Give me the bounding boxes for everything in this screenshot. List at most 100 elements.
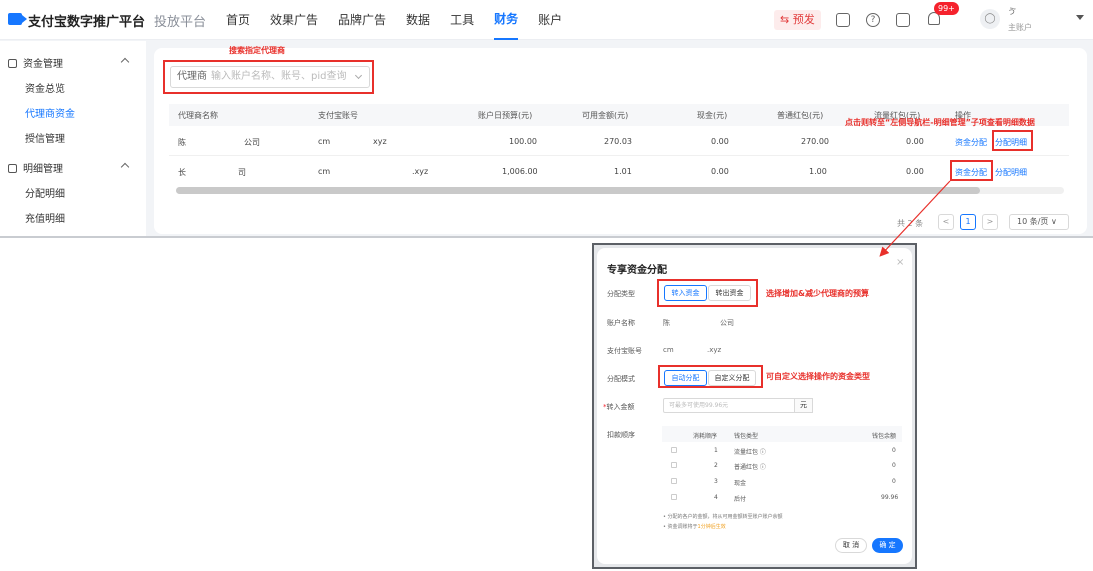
pager-prev-button[interactable]: < (938, 214, 954, 230)
confirm-button[interactable]: 确 定 (872, 538, 903, 553)
row2-flow: 0.00 (906, 167, 924, 176)
scroll-thumb[interactable] (176, 187, 980, 194)
search-highlight-box (163, 60, 374, 94)
order-type-3: 现金 (734, 480, 747, 487)
sidebar-item-fund-overview[interactable]: 资金总览 (25, 80, 65, 95)
account-name-b: 公司 (720, 319, 734, 327)
mobile-icon[interactable] (836, 13, 850, 27)
brand-logo-icon (8, 13, 27, 25)
row1-red: 270.00 (801, 137, 829, 146)
nav-data[interactable]: 数据 (406, 0, 430, 40)
pager-page-1[interactable]: 1 (960, 214, 976, 230)
chevron-up-icon[interactable] (120, 162, 130, 172)
note-allocation: • 分配的各户的金额，将从可用金额转至账户账户余额 (663, 514, 783, 520)
row2-detail-link[interactable]: 分配明细 (995, 167, 1027, 178)
row1-allocate-link[interactable]: 资金分配 (955, 137, 987, 148)
task-check-icon[interactable] (896, 13, 910, 27)
order-balance-1: 0 (892, 447, 896, 454)
allocate-highlight-box (950, 160, 993, 181)
amount-label: *转入金额 (603, 403, 635, 411)
col-alipay-account: 支付宝账号 (318, 111, 358, 120)
horizontal-scrollbar[interactable] (176, 187, 1064, 194)
row2-cash: 0.00 (711, 167, 729, 176)
brand-subtitle: 投放平台 (154, 15, 207, 30)
col-wallet-type: 钱包类型 (734, 433, 759, 440)
row2-name-b: 司 (238, 168, 246, 177)
pager-total: 共 2 条 (897, 219, 924, 228)
row1-acct-a: cm (318, 137, 331, 146)
close-icon[interactable]: × (896, 257, 904, 268)
row1-name-a: 陈 (178, 138, 186, 147)
order-seq-1: 1 (714, 447, 718, 454)
allocation-type-label: 分配类型 (607, 290, 635, 298)
order-balance-3: 0 (892, 478, 896, 485)
order-balance-4: 99.96 (881, 494, 899, 501)
sidebar-item-agent-funds[interactable]: 代理商资金 (25, 105, 75, 120)
col-red-packet: 普通红包(元) (777, 111, 824, 120)
sidebar-group-fund-management[interactable]: 资金管理 (8, 55, 63, 70)
annotation-mode: 可自定义选择操作的资金类型 (766, 372, 870, 381)
help-icon[interactable]: ? (866, 13, 880, 27)
main-nav: 首页 效果广告 品牌广告 数据 工具 财务 账户 (226, 0, 582, 40)
top-nav-bar: 支付宝数字推广平台 投放平台 首页 效果广告 品牌广告 数据 工具 财务 账户 … (0, 0, 1093, 40)
annotation-type: 选择增加&减少代理商的预算 (766, 289, 869, 298)
notification-badge: 99+ (934, 2, 959, 15)
order-type-2: 普通红包 ⓘ (734, 464, 766, 471)
prerelease-switch[interactable]: ⇆ 预发 (774, 10, 821, 30)
nav-performance-ads[interactable]: 效果广告 (270, 0, 318, 40)
nav-tools[interactable]: 工具 (450, 0, 474, 40)
order-type-1: 流量红包 ⓘ (734, 449, 766, 456)
wallet-icon (8, 59, 17, 68)
row1-flow: 0.00 (906, 137, 924, 146)
sidebar: 资金管理 资金总览 代理商资金 授信管理 明细管理 分配明细 充值明细 (0, 41, 146, 236)
avatar[interactable]: ◯ (980, 9, 1000, 29)
chevron-up-icon[interactable] (120, 57, 130, 67)
row-checkbox[interactable] (671, 447, 677, 453)
col-wallet-balance: 钱包余额 (872, 433, 897, 440)
row2-available: 1.01 (614, 167, 632, 176)
row-checkbox[interactable] (671, 462, 677, 468)
document-icon (8, 164, 17, 173)
type-highlight-box (657, 279, 758, 307)
row2-acct-b: .xyz (412, 167, 429, 176)
sidebar-item-allocation-detail[interactable]: 分配明细 (25, 185, 65, 200)
app-window: 支付宝数字推广平台 投放平台 首页 效果广告 品牌广告 数据 工具 财务 账户 … (0, 0, 1093, 238)
order-seq-3: 3 (714, 478, 718, 485)
user-name: ゔ (1008, 7, 1016, 16)
row1-available: 270.03 (604, 137, 632, 146)
order-seq-2: 2 (714, 462, 718, 469)
col-agent-name: 代理商名称 (178, 111, 218, 120)
row1-cash: 0.00 (711, 137, 729, 146)
order-seq-4: 4 (714, 494, 718, 501)
row2-red: 1.00 (809, 167, 827, 176)
modal-title: 专享资金分配 (607, 265, 667, 276)
sidebar-item-recharge-detail[interactable]: 充值明细 (25, 210, 65, 225)
order-balance-2: 0 (892, 462, 896, 469)
pager-next-button[interactable]: > (982, 214, 998, 230)
nav-account[interactable]: 账户 (538, 0, 562, 40)
deduction-order-label: 扣款顺序 (607, 431, 635, 439)
amount-input[interactable]: 可最多可使用99.96元 (663, 398, 795, 413)
amount-unit: 元 (795, 398, 813, 413)
sidebar-item-credit-management[interactable]: 授信管理 (25, 130, 65, 145)
annotation-search: 搜索指定代理商 (229, 46, 285, 55)
row2-budget: 1,006.00 (502, 167, 538, 176)
nav-home[interactable]: 首页 (226, 0, 250, 40)
order-type-4: 后付 (734, 496, 747, 503)
row-checkbox[interactable] (671, 494, 677, 500)
row1-budget: 100.00 (509, 137, 537, 146)
row-checkbox[interactable] (671, 478, 677, 484)
alipay-account-b: .xyz (707, 346, 722, 354)
alipay-account-a: cm (663, 346, 674, 354)
detail-highlight-box (992, 130, 1033, 151)
page-size-select[interactable]: 10 条/页 ∨ (1009, 214, 1069, 230)
nav-finance[interactable]: 财务 (494, 0, 519, 40)
note-effective: • 资金调账将于1分钟后生效 (663, 524, 726, 530)
sidebar-group-detail-management[interactable]: 明细管理 (8, 160, 63, 175)
cancel-button[interactable]: 取 消 (835, 538, 867, 553)
col-available: 可用金额(元) (582, 111, 629, 120)
nav-brand-ads[interactable]: 品牌广告 (338, 0, 386, 40)
allocation-mode-label: 分配模式 (607, 375, 635, 383)
account-name-label: 账户名称 (607, 319, 635, 327)
chevron-down-icon[interactable] (1076, 15, 1084, 20)
